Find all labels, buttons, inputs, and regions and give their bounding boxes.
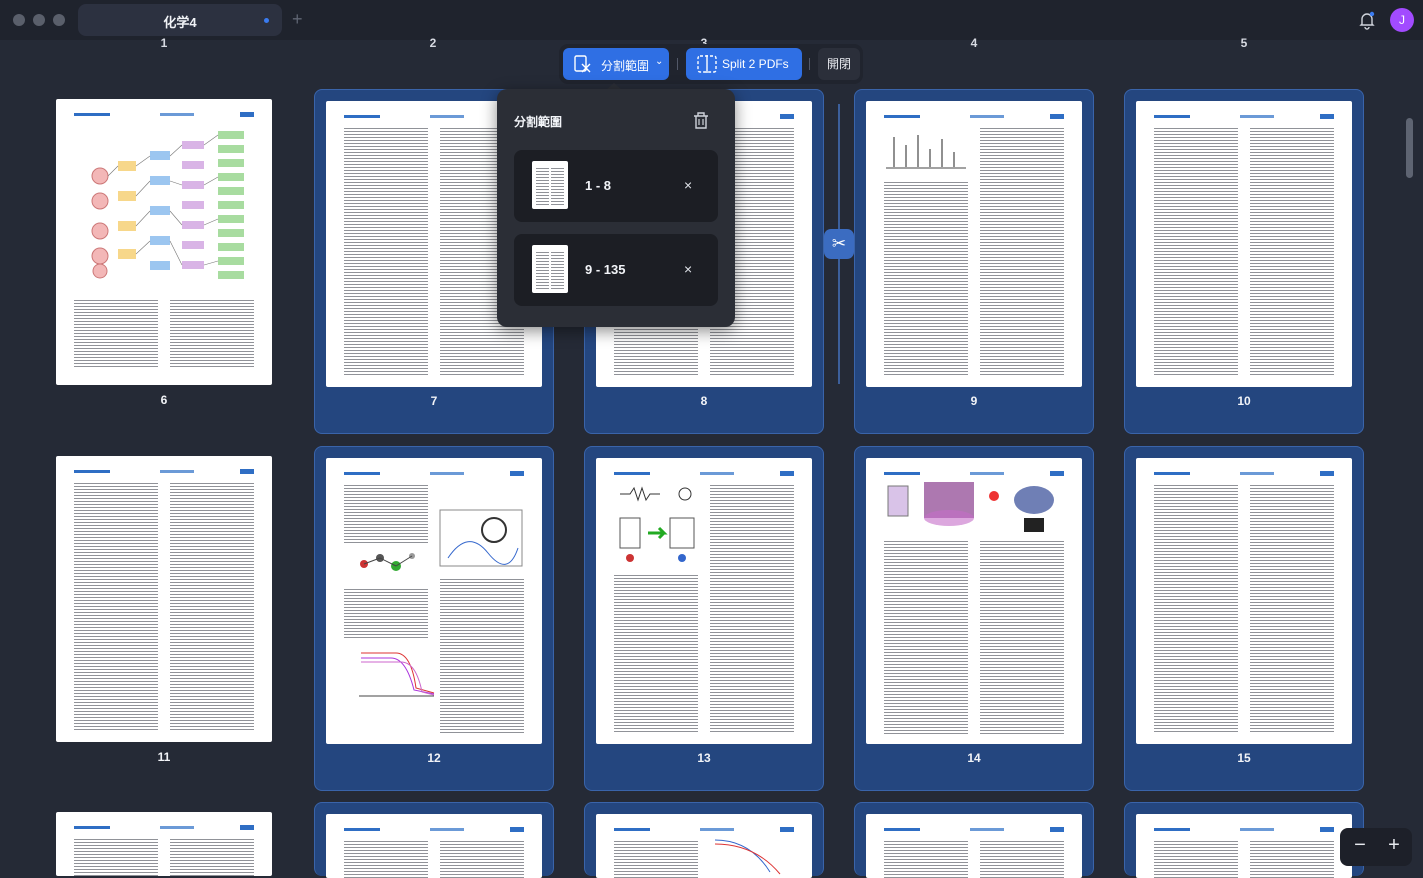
new-tab-button[interactable]: + <box>292 9 303 29</box>
curve-figure <box>714 839 781 875</box>
range-item[interactable]: 9 - 135 × <box>514 234 718 306</box>
close-split-button[interactable]: 開閉 <box>818 48 860 80</box>
split-document-icon <box>697 55 717 73</box>
range-label: 9 - 135 <box>585 262 626 277</box>
page-number: 10 <box>1237 394 1251 408</box>
page-number: 7 <box>430 394 438 408</box>
page-preview <box>1136 101 1352 387</box>
page-thumbnail[interactable]: 6 <box>44 89 284 434</box>
column-number: 4 <box>970 36 978 50</box>
page-preview <box>866 458 1082 744</box>
column-number: 1 <box>160 36 168 50</box>
page-thumbnail[interactable]: 14 <box>854 446 1094 791</box>
user-avatar[interactable]: J <box>1390 8 1414 32</box>
plot-figure <box>359 652 435 697</box>
close-window-button[interactable] <box>13 14 25 26</box>
range-label: 1 - 8 <box>585 178 612 193</box>
split-pages-icon <box>574 55 591 73</box>
page-preview <box>1136 458 1352 744</box>
zoom-in-button[interactable]: + <box>1384 834 1404 857</box>
zoom-window-button[interactable] <box>53 14 65 26</box>
page-thumbnail[interactable] <box>584 802 824 878</box>
flowchart-figure <box>91 131 244 279</box>
page-preview <box>56 812 272 876</box>
remove-range-icon[interactable]: × <box>684 261 692 277</box>
page-thumbnail[interactable]: 12 <box>314 446 554 791</box>
trash-icon[interactable] <box>690 109 712 131</box>
schematic-figure <box>619 486 695 562</box>
page-thumbnail[interactable] <box>854 802 1094 878</box>
page-thumbnail[interactable]: 10 <box>1124 89 1364 434</box>
toolbar-separator <box>677 58 678 70</box>
chevron-down-icon: ⌄ <box>655 56 664 67</box>
range-thumbnail <box>532 161 568 209</box>
page-number: 15 <box>1237 751 1251 765</box>
page-thumbnail[interactable]: 15 <box>1124 446 1364 791</box>
page-thumbnail[interactable] <box>1124 802 1364 878</box>
page-thumbnail[interactable] <box>314 802 554 878</box>
page-preview <box>866 101 1082 387</box>
zoom-control: − + <box>1340 828 1412 866</box>
page-preview <box>596 814 812 878</box>
page-number: 14 <box>967 751 981 765</box>
page-thumbnail[interactable]: 11 <box>44 446 284 791</box>
page-preview <box>596 458 812 744</box>
toolbar-separator <box>809 58 810 70</box>
column-number: 5 <box>1240 36 1248 50</box>
spectra-figure <box>886 135 966 169</box>
molecule-figure <box>360 553 415 571</box>
split-range-label: 分割範圍 <box>601 59 650 73</box>
page-preview <box>56 99 272 385</box>
notification-bell-icon[interactable] <box>1357 10 1377 30</box>
minimize-window-button[interactable] <box>33 14 45 26</box>
page-preview <box>866 814 1082 878</box>
page-thumbnail[interactable]: 9 <box>854 89 1094 434</box>
page-number: 11 <box>157 750 171 764</box>
page-thumbnail[interactable] <box>44 802 284 876</box>
diagram-figure <box>439 509 523 567</box>
unsaved-indicator <box>264 18 269 23</box>
document-tab[interactable]: 化学4 <box>78 4 282 36</box>
page-preview <box>326 458 542 744</box>
split-pdfs-label: Split 2 PDFs <box>722 57 789 71</box>
page-preview <box>56 456 272 742</box>
scissors-icon[interactable]: ✂ <box>824 229 854 259</box>
page-number: 6 <box>160 393 168 407</box>
page-number: 9 <box>970 394 978 408</box>
split-range-button[interactable]: 分割範圍 ⌄ <box>563 48 669 80</box>
split-pdfs-button[interactable]: Split 2 PDFs <box>686 48 802 80</box>
page-number: 13 <box>697 751 711 765</box>
column-number: 2 <box>429 36 437 50</box>
range-thumbnail <box>532 245 568 293</box>
popover-title: 分割範圍 <box>514 115 563 129</box>
title-bar: 化学4 + J <box>0 0 1423 40</box>
page-preview <box>1136 814 1352 878</box>
range-item[interactable]: 1 - 8 × <box>514 150 718 222</box>
split-range-popover: 分割範圍 1 - 8 × 9 - 135 × <box>497 89 735 327</box>
tab-title: 化学4 <box>163 15 197 30</box>
remove-range-icon[interactable]: × <box>684 177 692 193</box>
vertical-scrollbar[interactable] <box>1406 118 1413 178</box>
page-number: 12 <box>427 751 441 765</box>
page-preview <box>326 814 542 878</box>
page-number: 8 <box>700 394 708 408</box>
page-thumbnail[interactable]: 13 <box>584 446 824 791</box>
zoom-out-button[interactable]: − <box>1350 834 1370 857</box>
apparatus-figure <box>887 482 1054 532</box>
